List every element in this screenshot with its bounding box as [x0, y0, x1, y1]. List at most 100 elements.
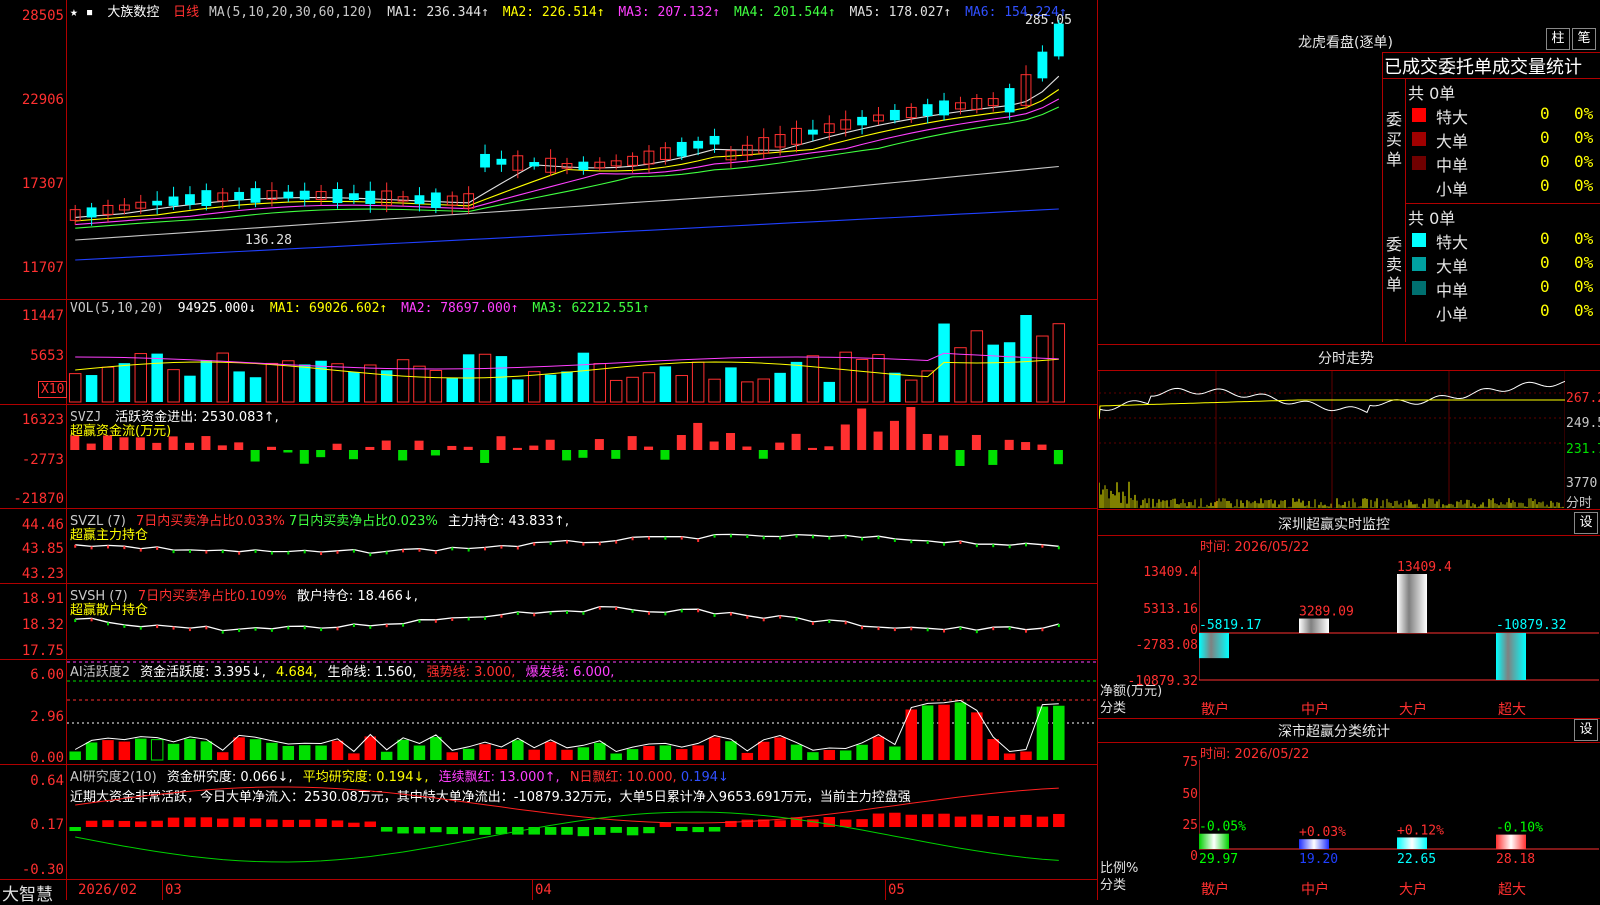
holding-tick — [861, 626, 864, 630]
activity-bar — [561, 749, 573, 760]
ai2-axis-label: 0.17 — [30, 817, 64, 833]
date-label: 04 — [535, 882, 552, 898]
research-bar — [708, 827, 721, 832]
activity-bar — [708, 737, 721, 760]
holding-tick — [762, 536, 765, 540]
dragon-tiger-title: 龙虎看盘(逐单) — [1298, 35, 1393, 51]
retail-holding-chart[interactable] — [67, 584, 1097, 658]
stats-change: +0.03% — [1299, 825, 1346, 840]
ai2-axis-label: -0.30 — [21, 862, 64, 878]
activity-bar — [643, 746, 655, 760]
holding-tick — [402, 623, 405, 627]
research-bar — [659, 822, 672, 827]
price-header: ★ ▪ 大族数控 日线 MA(5,10,20,30,60,120) MA1: 2… — [70, 1, 1073, 20]
flow-bar — [365, 446, 375, 450]
flow-bar — [430, 450, 440, 456]
research-bar — [626, 827, 639, 836]
stats-axis-label: 50 — [1182, 787, 1198, 802]
ma1-value: MA1: 236.344↑ — [387, 5, 489, 20]
research-bar — [889, 812, 901, 827]
ai-research-chart[interactable] — [67, 765, 1097, 878]
intraday-chart[interactable] — [1099, 371, 1565, 508]
activity-bar — [298, 745, 311, 760]
bar-view-button[interactable]: 柱 — [1546, 28, 1570, 50]
separator — [1098, 718, 1600, 719]
order-percent: 0% — [1574, 176, 1594, 195]
activity-bar — [167, 743, 180, 760]
activity-bar — [987, 739, 999, 760]
candle — [414, 195, 425, 204]
monitor-value: -5819.17 — [1199, 618, 1262, 633]
trade-stats-tab[interactable]: 已成交委托单成交量统计 — [1384, 53, 1582, 79]
volume-bar — [609, 379, 623, 403]
holding-tick — [975, 544, 978, 548]
flow-bar — [545, 439, 555, 450]
research-bar — [774, 820, 786, 827]
holding-tick — [74, 619, 77, 623]
holding-tick — [697, 609, 700, 613]
holding-tick — [582, 542, 585, 546]
stock-name[interactable]: 大族数控 — [107, 5, 159, 20]
stats-bar-chart[interactable]: -0.05% 29.97 散户 +0.03% 19.20 中户 +0.12% 22.65 大户 -… — [1199, 760, 1599, 900]
activity-bar — [479, 744, 491, 760]
candle — [1004, 88, 1015, 113]
ai-activity-chart[interactable] — [67, 660, 1097, 763]
holding-tick — [156, 546, 159, 550]
activity-bar — [102, 740, 114, 760]
holding-tick — [287, 626, 290, 630]
volume-bar — [1036, 335, 1049, 403]
flow-bar — [86, 443, 96, 450]
monitor-category: 中户 — [1301, 701, 1329, 718]
date-tick — [162, 880, 163, 900]
intraday-axis-label: 3770 — [1566, 476, 1598, 491]
flow-bar — [299, 450, 309, 464]
activity-bar — [823, 749, 836, 760]
candle — [299, 190, 310, 200]
research-bar — [839, 819, 852, 827]
monitor-bar-chart[interactable]: -5819.17 散户 3289.09 中户 13409.4 大户 -10879.32 超大 — [1199, 560, 1599, 720]
main-holding-chart[interactable] — [67, 509, 1097, 582]
holding-tick — [156, 625, 159, 629]
holding-tick — [713, 613, 716, 617]
tick-view-button[interactable]: 笔 — [1572, 28, 1596, 50]
flow-bar — [840, 424, 850, 450]
star-icon[interactable]: ★ ▪ — [70, 5, 93, 20]
holding-tick — [500, 614, 503, 618]
candlestick-chart[interactable] — [67, 20, 1097, 298]
monitor-settings-button[interactable]: 设 — [1574, 512, 1598, 534]
brand-logo[interactable]: 大智慧 — [2, 880, 53, 905]
research-bar — [495, 827, 508, 835]
flow-bar — [103, 435, 113, 450]
stats-value: 28.18 — [1496, 852, 1535, 867]
stats-xlabel: 分类 — [1100, 878, 1127, 893]
candle — [1037, 51, 1048, 79]
volume-bar — [101, 366, 115, 403]
stats-category: 中户 — [1301, 881, 1329, 898]
separator — [1382, 78, 1600, 79]
volume-chart[interactable] — [67, 315, 1097, 403]
activity-bar — [544, 741, 557, 760]
order-size-label: 小单 — [1436, 180, 1469, 199]
buy-total: 共 0单 — [1408, 84, 1456, 103]
order-size-label: 特大 — [1436, 108, 1469, 127]
ai1-axis-label: 0.00 — [30, 750, 64, 766]
period-label[interactable]: 日线 — [173, 5, 199, 20]
volume-bar — [396, 359, 410, 403]
vol-ma2: MA2: 78697.000↑ — [401, 301, 519, 316]
flow-bar — [971, 434, 981, 450]
flow-bar — [168, 436, 178, 450]
holding-tick — [615, 540, 618, 544]
svzj-axis-label: -2773 — [21, 452, 64, 468]
activity-bar — [495, 748, 508, 760]
vol-header: VOL(5,10,20) 94925.000↓ MA1: 69026.602↑ … — [70, 301, 656, 316]
monitor-axis-label: 5313.16 — [1143, 602, 1198, 617]
capital-flow-chart[interactable] — [67, 405, 1097, 507]
vol-axis-label: 5653 — [30, 348, 64, 364]
volume-bar — [872, 354, 885, 403]
flow-bar — [316, 450, 326, 458]
holding-tick — [680, 536, 683, 540]
volume-bar — [675, 375, 688, 403]
svzj-axis-label: 16323 — [21, 412, 64, 428]
stats-settings-button[interactable]: 设 — [1574, 719, 1598, 741]
holding-tick — [172, 550, 175, 554]
